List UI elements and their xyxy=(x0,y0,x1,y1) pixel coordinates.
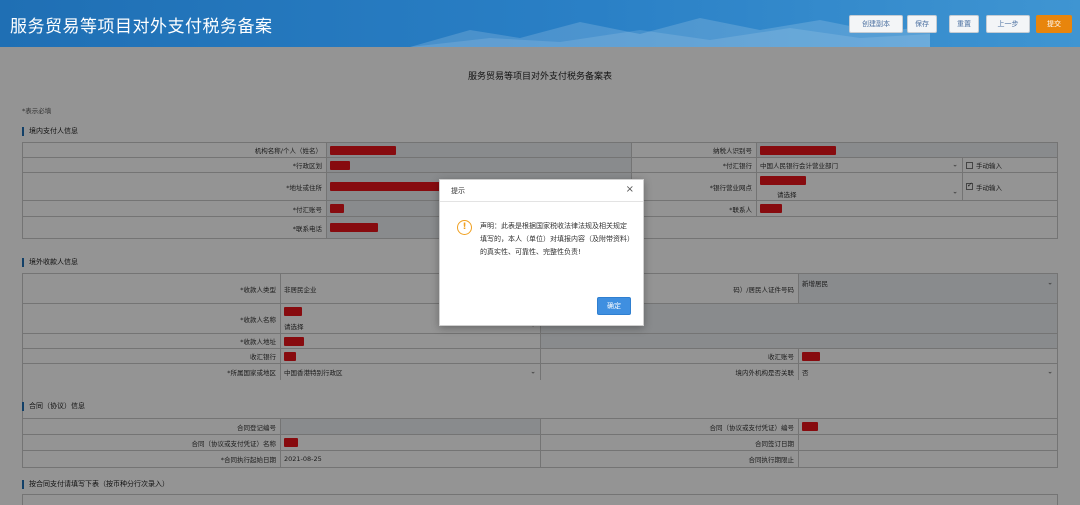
confirm-dialog: 提示 × ! 声明：此表是根据国家税收法律法规及相关规定填写的，本人（单位）对填… xyxy=(439,179,644,326)
reset-button[interactable]: 重置 xyxy=(949,15,979,33)
dialog-header: 提示 × xyxy=(440,180,643,202)
dialog-message: 声明：此表是根据国家税收法律法规及相关规定填写的，本人（单位）对填报内容（及附带… xyxy=(480,222,631,256)
create-copy-button[interactable]: 创建副本 xyxy=(849,15,903,33)
confirm-button[interactable]: 确定 xyxy=(597,297,631,315)
submit-button[interactable]: 提交 xyxy=(1036,15,1072,33)
app-header: 服务贸易等项目对外支付税务备案 创建副本 保存 重置 上一步 提交 xyxy=(0,0,1080,47)
close-icon[interactable]: × xyxy=(626,184,634,196)
dialog-title: 提示 xyxy=(451,187,465,195)
warning-icon: ! xyxy=(457,220,472,235)
prev-step-button[interactable]: 上一步 xyxy=(986,15,1030,33)
save-button[interactable]: 保存 xyxy=(907,15,937,33)
app-title: 服务贸易等项目对外支付税务备案 xyxy=(10,17,273,37)
